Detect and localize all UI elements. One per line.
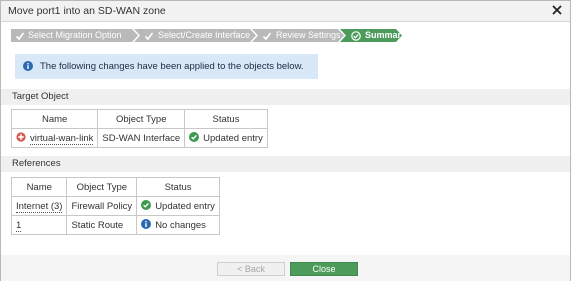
table-header-row: Name Object Type Status	[10, 109, 268, 129]
column-header-object-type: Object Type	[97, 109, 186, 129]
references-table: Name Object Type Status Internet (3) Fir…	[10, 177, 220, 235]
table-row[interactable]: Internet (3) Firewall Policy Updated ent…	[10, 196, 220, 216]
checkmark-icon	[144, 32, 154, 40]
info-icon	[23, 61, 33, 71]
table-header-row: Name Object Type Status	[10, 177, 220, 197]
object-type-cell: SD-WAN Interface	[97, 128, 186, 148]
migration-dialog: Move port1 into an SD-WAN zone Select Mi…	[0, 0, 571, 281]
step-label: Review Settings	[276, 30, 341, 40]
column-header-name: Name	[10, 177, 68, 197]
step-summary: Summary	[340, 29, 407, 42]
references-header: References	[1, 156, 570, 172]
step-label: Select Migration Option	[28, 30, 122, 40]
checkmark-icon	[15, 32, 25, 40]
column-header-status: Status	[136, 177, 220, 197]
step-label: Select/Create Interface	[158, 30, 251, 40]
reference-type-cell: Firewall Policy	[66, 196, 138, 216]
status-cell: Updated entry	[136, 196, 220, 216]
step-select-create-interface: Select/Create Interface	[134, 29, 257, 42]
dialog-footer: < Back Close	[1, 255, 570, 281]
dialog-titlebar: Move port1 into an SD-WAN zone	[1, 1, 570, 22]
table-row[interactable]: virtual-wan-link SD-WAN Interface Update…	[10, 128, 268, 148]
step-label: Summary	[365, 30, 407, 40]
column-header-name: Name	[10, 109, 99, 129]
target-object-header: Target Object	[1, 89, 570, 105]
info-message-box: The following changes have been applied …	[15, 54, 318, 79]
status-text: Updated entry	[203, 132, 263, 144]
status-text: No changes	[155, 219, 206, 231]
column-header-object-type: Object Type	[66, 177, 138, 197]
info-icon	[141, 218, 152, 229]
checkmark-icon	[262, 32, 272, 40]
close-button[interactable]: Close	[290, 262, 358, 276]
sd-wan-zone-icon	[16, 132, 26, 142]
reference-type-cell: Static Route	[66, 215, 138, 235]
dialog-title: Move port1 into an SD-WAN zone	[8, 5, 166, 17]
reference-name-link[interactable]: 1	[16, 219, 22, 232]
info-message-text: The following changes have been applied …	[40, 61, 304, 72]
section-title: Target Object	[12, 91, 69, 102]
reference-name-cell: 1	[10, 215, 68, 235]
object-name-link[interactable]: virtual-wan-link	[30, 132, 94, 145]
reference-name-cell: Internet (3)	[10, 196, 68, 216]
column-header-status: Status	[184, 109, 268, 129]
reference-name-link[interactable]: Internet (3)	[16, 200, 63, 213]
check-circle-icon	[141, 199, 152, 210]
back-button[interactable]: < Back	[217, 262, 285, 276]
table-row[interactable]: 1 Static Route No changes	[10, 215, 220, 235]
close-icon[interactable]	[551, 4, 563, 16]
status-cell: Updated entry	[184, 128, 268, 148]
object-name-cell: virtual-wan-link	[10, 128, 99, 148]
step-review-settings: Review Settings	[252, 29, 345, 42]
status-cell: No changes	[136, 215, 220, 235]
check-circle-icon	[351, 30, 361, 41]
target-object-table: Name Object Type Status virtual-wan-link…	[10, 109, 268, 148]
check-circle-icon	[189, 131, 200, 142]
status-text: Updated entry	[155, 200, 215, 212]
step-select-migration-option: Select Migration Option	[11, 29, 139, 42]
section-title: References	[12, 158, 61, 169]
